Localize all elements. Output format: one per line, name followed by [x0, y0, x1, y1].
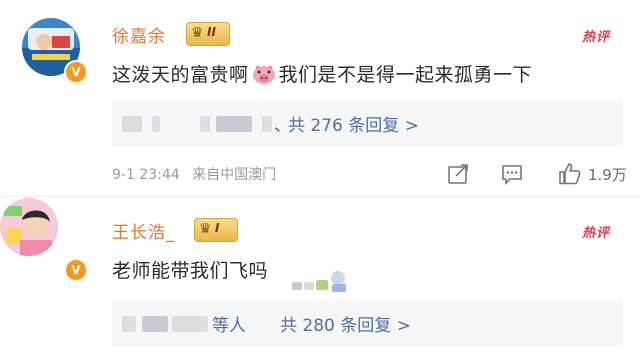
redacted-name-block: [142, 316, 168, 332]
comment-actions: 1.9万: [410, 160, 640, 188]
view-replies-link[interactable]: 共 280 条回复 >: [280, 311, 411, 336]
redacted-name-block: [152, 116, 160, 132]
avatar[interactable]: [0, 198, 58, 256]
reply-preview[interactable]: 等人 共 280 条回复 >: [112, 300, 622, 346]
rank-level: I: [215, 221, 220, 235]
redacted-name-block: [262, 116, 272, 132]
hot-comment-tag: 热评: [581, 30, 610, 45]
rank-badge: ♛ I: [194, 218, 238, 242]
view-replies-link[interactable]: 共 276 条回复 >: [288, 111, 419, 136]
rank-level: II: [207, 25, 216, 39]
redacted-name-block: [172, 316, 208, 332]
share-icon[interactable]: [446, 162, 470, 186]
hot-comment-tag: 热评: [581, 226, 610, 241]
comment-username[interactable]: 徐嘉余: [112, 22, 166, 47]
comment-divider: [0, 196, 640, 197]
redacted-name-block: [122, 116, 142, 132]
comment-meta: 9-1 23:44 来自中国澳门: [112, 164, 276, 184]
comment-item: V 徐嘉余 ♛ II 热评 这泼天的富贵啊 我们是不是得一起来孤勇一下 、 共 …: [0, 0, 640, 196]
crown-icon: ♛: [199, 221, 212, 237]
crown-icon: ♛: [191, 25, 204, 41]
verified-badge: V: [64, 258, 88, 282]
comment-text-part1: 这泼天的富贵啊: [112, 64, 249, 86]
rank-badge: ♛ II: [186, 22, 230, 46]
redacted-name-block: [122, 316, 136, 332]
reply-prefix: 等人: [212, 316, 246, 336]
pig-emoji-icon: [252, 65, 275, 84]
comment-text: 老师能带我们飞吗: [112, 260, 269, 282]
redacted-name-block: [200, 116, 210, 132]
reply-preview[interactable]: 、 共 276 条回复 >: [112, 100, 622, 146]
comment-text: 这泼天的富贵啊 我们是不是得一起来孤勇一下: [112, 60, 532, 87]
comment-username[interactable]: 王长浩_: [112, 218, 176, 243]
redacted-name-block: [216, 116, 252, 132]
like-icon[interactable]: [558, 162, 582, 186]
comment-timestamp: 9-1 23:44: [112, 167, 180, 183]
like-count: 1.9万: [588, 166, 627, 184]
comment-icon[interactable]: [500, 162, 524, 186]
comment-location: 来自中国澳门: [192, 167, 277, 183]
verified-badge: V: [64, 60, 88, 84]
sticker-icon: [292, 271, 346, 292]
comment-text-part2: 我们是不是得一起来孤勇一下: [278, 64, 533, 86]
